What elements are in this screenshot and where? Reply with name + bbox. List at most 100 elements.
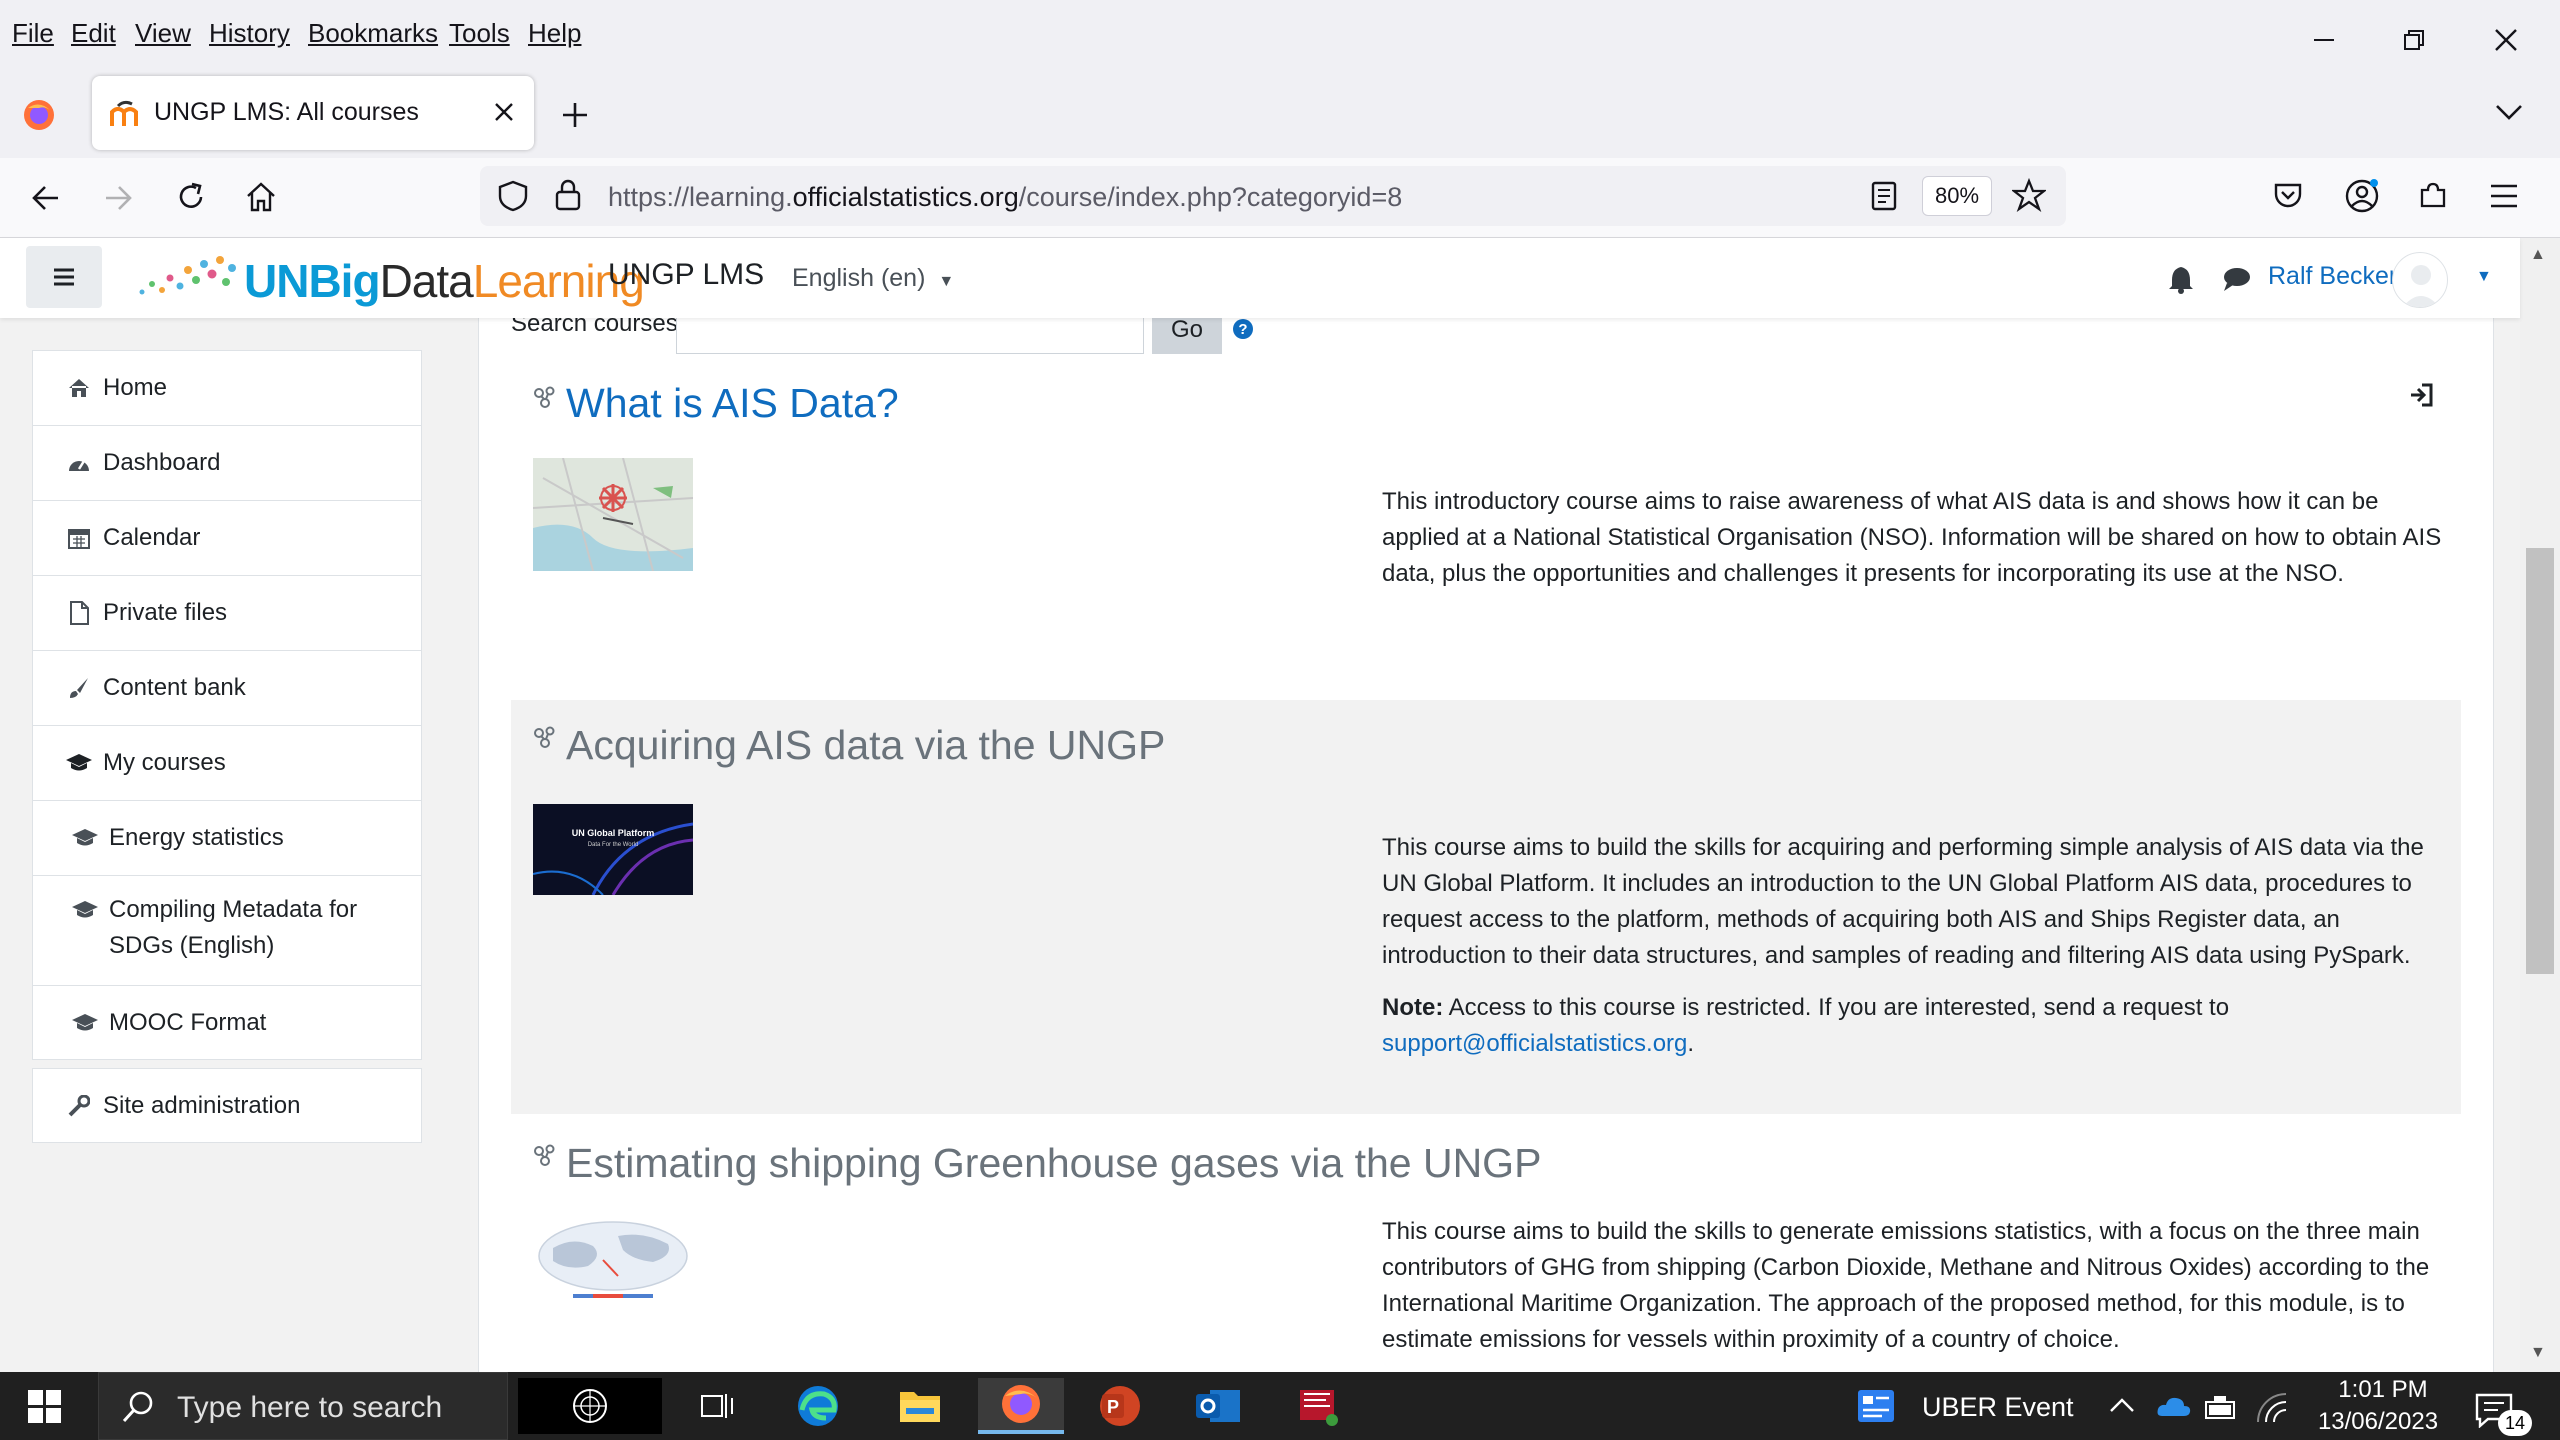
extensions-icon[interactable] bbox=[2416, 178, 2450, 212]
forward-icon[interactable] bbox=[102, 182, 134, 214]
reload-icon[interactable] bbox=[174, 180, 208, 214]
firefox-taskbar-icon[interactable] bbox=[978, 1378, 1064, 1434]
menu-help[interactable]: Help bbox=[528, 18, 581, 49]
dashboard-icon bbox=[65, 449, 93, 477]
course-summary: This introductory course aims to raise a… bbox=[1382, 488, 2442, 587]
enrol-icon[interactable] bbox=[2408, 382, 2434, 408]
support-email-link[interactable]: support@officialstatistics.org bbox=[1382, 1030, 1687, 1057]
menu-file[interactable]: File bbox=[12, 18, 54, 49]
nav-item-compiling-metadata[interactable]: Compiling Metadata for SDGs (English) bbox=[32, 875, 422, 985]
user-menu-caret-icon[interactable]: ▼ bbox=[2476, 268, 2492, 286]
network-icon[interactable] bbox=[2256, 1392, 2288, 1424]
navigation-toolbar: https://learning.officialstatistics.org/… bbox=[0, 158, 2560, 238]
windows-start-icon[interactable] bbox=[28, 1390, 62, 1424]
help-icon[interactable]: ? bbox=[1232, 318, 1254, 340]
home-icon[interactable] bbox=[244, 180, 278, 214]
scrollbar-thumb[interactable] bbox=[2526, 548, 2554, 974]
powerpoint-icon[interactable]: P bbox=[1082, 1378, 1158, 1434]
course-note: Note: Access to this course is restricte… bbox=[1382, 994, 2230, 1057]
site-logo[interactable]: UNBigDataLearning bbox=[134, 252, 645, 307]
menu-edit[interactable]: Edit bbox=[71, 18, 116, 49]
tracking-shield-icon[interactable] bbox=[498, 180, 528, 212]
moodle-tab-icon bbox=[110, 100, 142, 128]
un-emblem-icon[interactable] bbox=[518, 1378, 662, 1434]
menu-bar: File Edit View History Bookmarks Tools H… bbox=[0, 0, 2560, 68]
task-view-icon[interactable] bbox=[680, 1378, 756, 1434]
close-tab-icon[interactable] bbox=[492, 100, 516, 124]
graduation-cap-icon bbox=[71, 824, 99, 852]
page-scrollbar[interactable]: ▲ ▼ bbox=[2520, 238, 2560, 1372]
menu-bookmarks[interactable]: Bookmarks bbox=[308, 18, 438, 49]
language-menu[interactable]: English (en) ▼ bbox=[792, 264, 954, 293]
notifications-bell-icon[interactable] bbox=[2168, 264, 2194, 294]
tab-active[interactable]: UNGP LMS: All courses bbox=[92, 76, 534, 150]
course-title[interactable]: Estimating shipping Greenhouse gases via… bbox=[566, 1140, 1541, 1187]
clock-time[interactable]: 1:01 PM bbox=[2328, 1376, 2438, 1404]
svg-text:?: ? bbox=[1238, 321, 1247, 338]
menu-tools[interactable]: Tools bbox=[449, 18, 510, 49]
widget-label[interactable]: UBER Event bbox=[1922, 1392, 2074, 1423]
outlook-icon[interactable] bbox=[1180, 1378, 1256, 1434]
avatar[interactable] bbox=[2392, 252, 2448, 308]
graduation-cap-icon bbox=[71, 896, 99, 924]
file-explorer-icon[interactable] bbox=[882, 1378, 958, 1434]
nav-label: Home bbox=[103, 374, 168, 401]
restore-icon[interactable] bbox=[2394, 20, 2434, 60]
pocket-icon[interactable] bbox=[2272, 180, 2304, 212]
menu-view[interactable]: View bbox=[135, 18, 191, 49]
nav-item-site-administration[interactable]: Site administration bbox=[32, 1068, 422, 1143]
nav-item-energy-statistics[interactable]: Energy statistics bbox=[32, 800, 422, 875]
firefox-icon[interactable] bbox=[22, 98, 56, 132]
new-tab-icon[interactable] bbox=[560, 100, 590, 130]
hamburger-icon bbox=[54, 268, 74, 286]
taskbar-search-placeholder: Type here to search bbox=[177, 1391, 443, 1424]
app-menu-icon[interactable] bbox=[2488, 182, 2520, 210]
onedrive-icon[interactable] bbox=[2156, 1394, 2192, 1418]
wrench-icon bbox=[65, 1092, 93, 1120]
tab-strip: UNGP LMS: All courses bbox=[0, 68, 2560, 158]
nav-item-home[interactable]: Home bbox=[32, 350, 422, 425]
user-name[interactable]: Ralf Becker bbox=[2268, 262, 2397, 291]
nav-label: Compiling Metadata for SDGs (English) bbox=[109, 896, 358, 959]
messages-icon[interactable] bbox=[2222, 266, 2252, 292]
url-text[interactable]: https://learning.officialstatistics.org/… bbox=[608, 182, 1402, 213]
presentation-app-icon[interactable] bbox=[1280, 1378, 1356, 1434]
course-summary: This course aims to build the skills for… bbox=[1382, 834, 2424, 969]
course-title[interactable]: What is AIS Data? bbox=[566, 380, 899, 427]
bookmark-star-icon[interactable] bbox=[2012, 178, 2046, 212]
nav-item-private-files[interactable]: Private files bbox=[32, 575, 422, 650]
course-image-globe[interactable] bbox=[533, 1216, 693, 1306]
edge-icon[interactable] bbox=[780, 1378, 856, 1434]
nav-item-mooc-format[interactable]: MOOC Format bbox=[32, 985, 422, 1060]
nav-item-my-courses[interactable]: My courses bbox=[32, 725, 422, 800]
taskbar-search-box[interactable]: Type here to search bbox=[98, 1372, 508, 1440]
notification-center[interactable]: 14 bbox=[2474, 1392, 2546, 1436]
site-header: UNBigDataLearning UNGP LMS English (en) … bbox=[0, 238, 2520, 318]
widget-icon[interactable] bbox=[1856, 1388, 1896, 1424]
minimize-icon[interactable] bbox=[2304, 20, 2344, 60]
scroll-down-icon[interactable]: ▼ bbox=[2530, 1344, 2546, 1362]
menu-history[interactable]: History bbox=[209, 18, 290, 49]
clock-date[interactable]: 13/06/2023 bbox=[2298, 1408, 2458, 1436]
url-bar[interactable]: https://learning.officialstatistics.org/… bbox=[480, 166, 2066, 226]
scroll-up-icon[interactable]: ▲ bbox=[2530, 246, 2546, 264]
windows-taskbar: Type here to search P UBER Event 1:01 PM… bbox=[0, 1372, 2560, 1440]
chevron-up-icon[interactable] bbox=[2108, 1396, 2136, 1414]
course-title[interactable]: Acquiring AIS data via the UNGP bbox=[566, 722, 1165, 769]
course-image-ungp[interactable]: UN Global Platform Data For the World bbox=[533, 804, 693, 895]
list-tabs-icon[interactable] bbox=[2494, 102, 2524, 122]
lock-icon[interactable] bbox=[554, 178, 582, 212]
nav-item-dashboard[interactable]: Dashboard bbox=[32, 425, 422, 500]
back-icon[interactable] bbox=[30, 182, 62, 214]
nav-item-content-bank[interactable]: Content bank bbox=[32, 650, 422, 725]
close-window-icon[interactable] bbox=[2486, 20, 2526, 60]
site-name[interactable]: UNGP LMS bbox=[608, 258, 764, 292]
drawer-toggle-button[interactable] bbox=[26, 246, 102, 308]
course-image-ais-map[interactable] bbox=[533, 458, 693, 571]
reader-view-icon[interactable] bbox=[1870, 180, 1898, 212]
account-icon[interactable] bbox=[2344, 178, 2380, 214]
zoom-level[interactable]: 80% bbox=[1922, 176, 1992, 216]
battery-icon[interactable] bbox=[2204, 1394, 2240, 1420]
nav-label: My courses bbox=[103, 749, 226, 776]
nav-item-calendar[interactable]: Calendar bbox=[32, 500, 422, 575]
